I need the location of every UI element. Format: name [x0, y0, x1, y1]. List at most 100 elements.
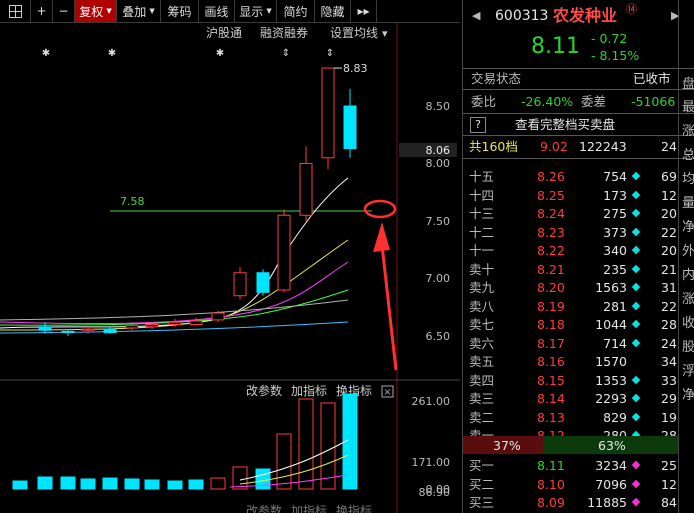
candle-body [81, 328, 95, 331]
ask-price: 8.21 [537, 261, 565, 277]
toolbar-label: 画线 [204, 4, 229, 19]
bid-cnt: 12 [661, 476, 677, 492]
toolbar-8-button[interactable]: 简约 [277, 0, 315, 22]
volume-link-0[interactable]: 改参数 [246, 383, 282, 398]
ask-short: 十五 [469, 169, 495, 184]
ask-price: 8.24 [537, 206, 565, 221]
plus-button[interactable]: + [31, 0, 53, 22]
candle-body [125, 325, 139, 329]
buy-ratio: 63% [598, 438, 626, 453]
volume-bar [210, 477, 226, 490]
level-marker-icon [631, 319, 641, 329]
ask-price: 8.25 [537, 187, 565, 203]
max-price-label: 8.83 [343, 62, 368, 75]
bid-price: 8.09 [537, 495, 565, 510]
ask-short: 卖六 [469, 335, 495, 351]
toolbar-5-button[interactable]: 筹码 [161, 0, 199, 22]
toolbar-label: 显示 [239, 4, 264, 19]
candle-body [211, 312, 225, 321]
level-marker-icon [631, 497, 641, 507]
volume-bottom-link-2[interactable]: 换指标 [336, 503, 372, 513]
toolbar-4-button[interactable]: 叠加 ▼ [117, 0, 161, 22]
ask-row[interactable]: 十五 8.26 754 69 [463, 167, 694, 186]
ask-row[interactable]: 卖六 8.17 714 24 [463, 334, 694, 353]
ask-row[interactable]: 十一 8.22 340 20 [463, 241, 694, 260]
stat-label: 量 [682, 196, 694, 211]
bid-price: 8.11 [537, 458, 565, 473]
ask-vol: 373 [603, 224, 627, 240]
reference-line-label: 7.58 [120, 195, 145, 208]
ask-short: 十四 [469, 187, 495, 203]
candle-body [277, 214, 291, 291]
event-marker-icon: ✱ [108, 48, 116, 59]
kline-chart[interactable]: 沪股通 融资融券 设置均线 ▾ ✱ ✱ ✱ ⇕ ⇕ 8.50 8.068.00 7.50 7.00 6.5… [0, 23, 460, 513]
bid-row[interactable]: 买三 8.09 11885 84 [463, 493, 694, 512]
ask-row[interactable]: 十二 8.23 373 22 [463, 223, 694, 242]
ask-cnt: 19 [661, 409, 677, 425]
ask-row[interactable]: 卖九 8.20 1563 31 [463, 278, 694, 297]
ask-row[interactable]: 十四 8.25 173 12 [463, 186, 694, 205]
bid-vol: 7096 [595, 476, 627, 492]
volume-bar [144, 479, 160, 490]
level-marker-icon [631, 171, 641, 181]
candle-body [145, 324, 159, 328]
chevron-down-icon: ▼ [149, 7, 155, 15]
ask-row[interactable]: 卖七 8.18 1044 28 [463, 315, 694, 334]
ask-cnt: 69 [661, 169, 677, 184]
bid-row[interactable]: 买一 8.11 3234 25 [463, 456, 694, 475]
ask-row[interactable]: 卖十 8.21 235 21 [463, 260, 694, 279]
ask-vol: 829 [603, 409, 627, 425]
bid-vol: 3234 [595, 458, 627, 473]
level-marker-icon [631, 208, 641, 218]
ask-price: 8.14 [537, 391, 565, 406]
ask-vol: 340 [603, 243, 627, 258]
ask-short: 卖七 [469, 317, 495, 332]
annotation-arrow [380, 244, 398, 371]
stat-label: 内 [682, 268, 694, 283]
stat-label: 外 [682, 244, 694, 259]
volume-bar [276, 433, 292, 490]
chart-link-1[interactable]: 融资融券 [260, 25, 308, 40]
volume-bar [60, 476, 76, 490]
volume-bar [298, 398, 314, 490]
grid-button[interactable] [0, 0, 31, 22]
chart-link-0[interactable]: 沪股通 [206, 26, 242, 40]
minus-button[interactable]: − [53, 0, 75, 22]
candle-body [321, 67, 335, 159]
ask-row[interactable]: 卖四 8.15 1353 33 [463, 371, 694, 390]
level-marker-icon [631, 338, 641, 347]
ask-price: 8.19 [537, 298, 565, 314]
candle-body [299, 163, 313, 216]
ask-short: 卖三 [469, 391, 495, 406]
stat-label: 涨 [682, 292, 694, 307]
ask-row[interactable]: 卖八 8.19 281 22 [463, 297, 694, 316]
volume-bottom-link-1[interactable]: 加指标 [291, 503, 327, 513]
current-price-label: 8.06 [426, 144, 451, 157]
ask-row[interactable]: 卖五 8.16 1570 34 [463, 352, 694, 371]
prev-stock-icon[interactable]: ◀ [472, 3, 480, 29]
ask-short: 卖十 [469, 261, 495, 277]
toolbar-9-button[interactable]: 隐藏 [315, 0, 351, 22]
ask-vol: 1563 [595, 280, 627, 295]
toolbar-6-button[interactable]: 画线 [199, 0, 235, 22]
volume-bottom-link-0[interactable]: 改参数 [246, 503, 282, 513]
toolbar-label: 筹码 [167, 4, 192, 19]
arrow-head-icon [373, 222, 390, 252]
level-marker-icon [631, 412, 641, 421]
toolbar-7-button[interactable]: 显示 ▼ [235, 0, 277, 22]
volume-link-1[interactable]: 加指标 [291, 383, 327, 398]
ma30-line [0, 289, 349, 326]
chart-link-2[interactable]: 设置均线 [330, 26, 378, 40]
stat-label: 收 [682, 316, 694, 331]
toolbar-3-button[interactable]: 复权 ▼ [75, 0, 117, 22]
full-depth-button[interactable]: ? 查看完整档买卖盘 [463, 115, 694, 134]
volume-bar [12, 480, 28, 490]
ask-row[interactable]: 卖三 8.14 2293 29 [463, 389, 694, 408]
ask-cnt: 22 [661, 224, 677, 240]
toolbar-10-button[interactable]: ▸▸ [351, 0, 377, 22]
level-marker-icon [631, 227, 641, 236]
bid-row[interactable]: 买二 8.10 7096 12 [463, 475, 694, 494]
ask-row[interactable]: 卖二 8.13 829 19 [463, 408, 694, 427]
level-marker-icon [631, 375, 641, 384]
ask-row[interactable]: 十三 8.24 275 20 [463, 204, 694, 223]
